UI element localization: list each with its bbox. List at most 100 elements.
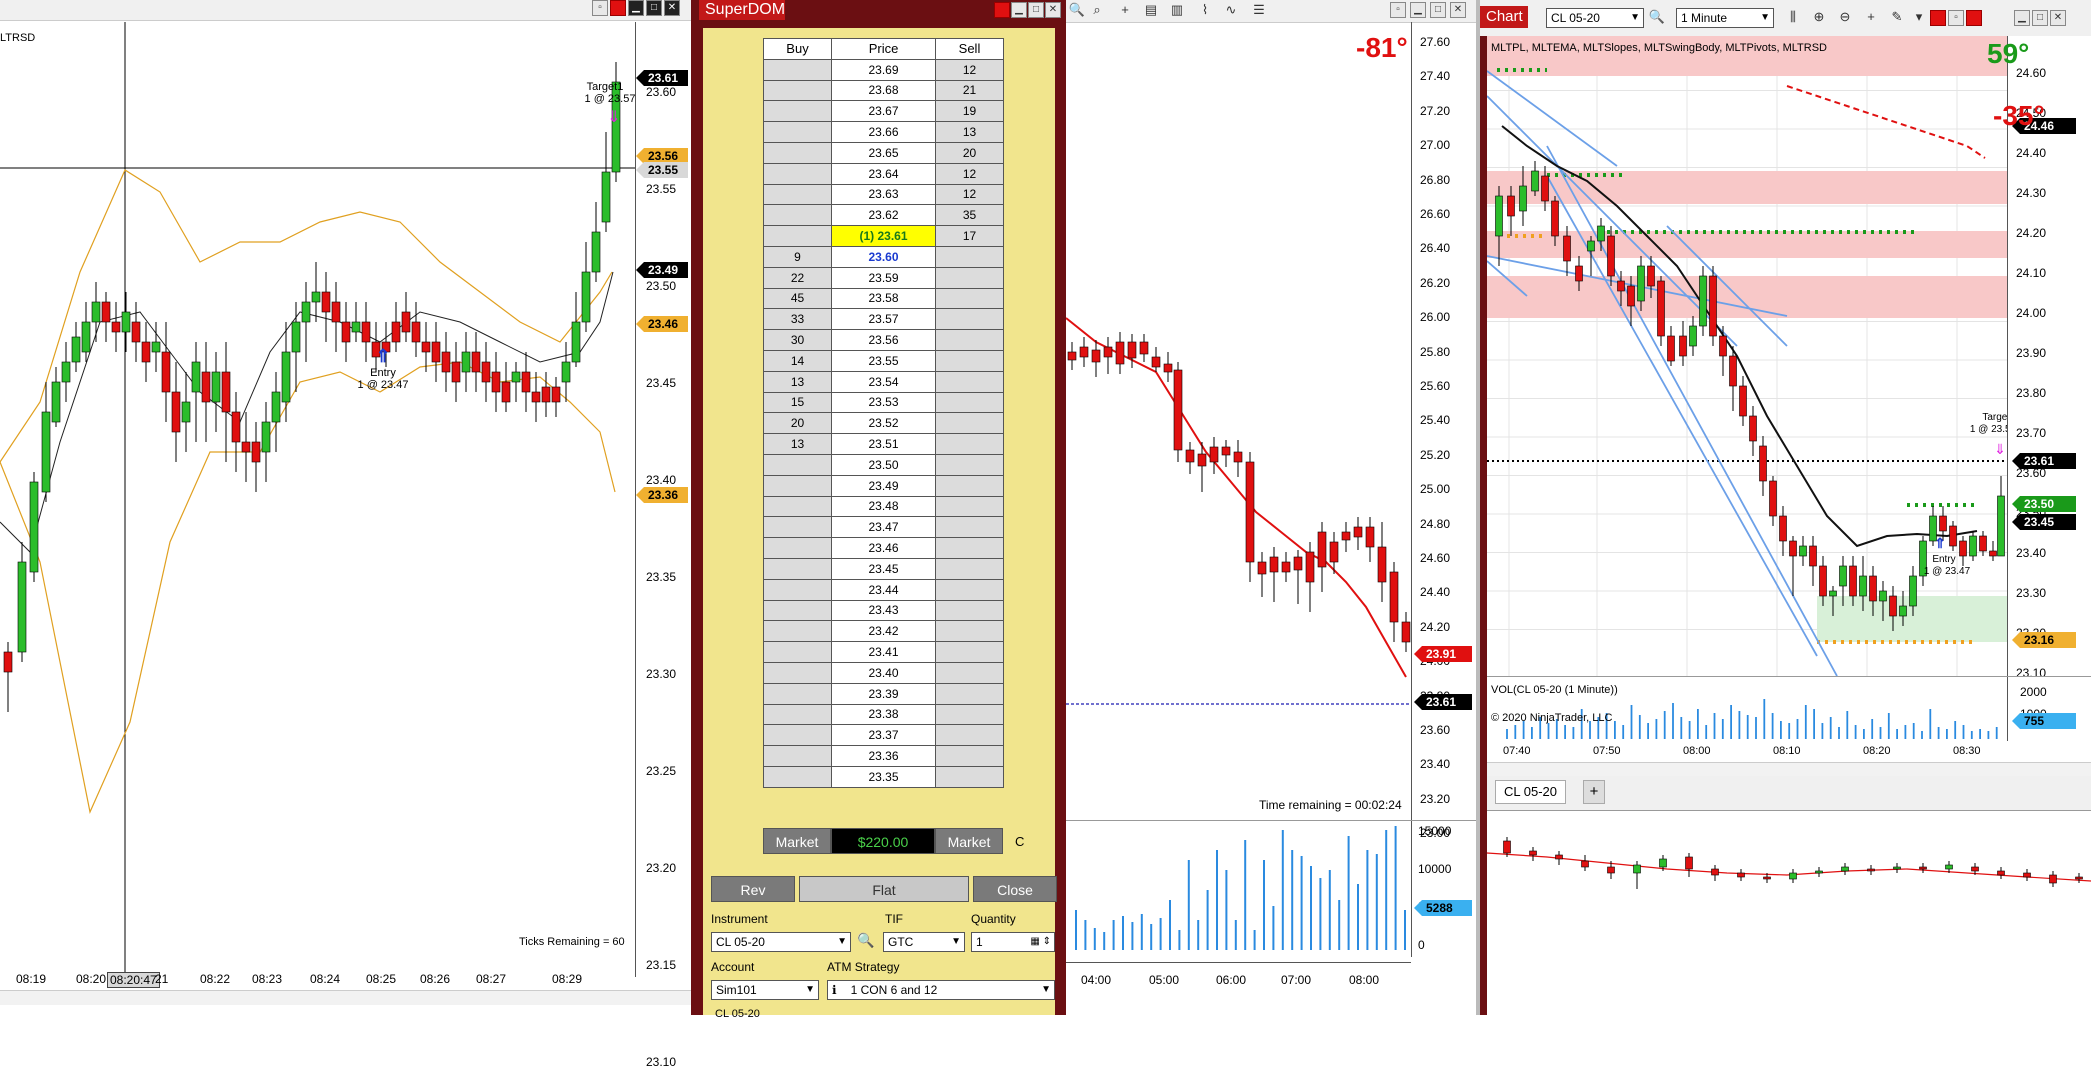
ladder-price-cell[interactable]: 23.53 <box>831 391 936 414</box>
ladder-price-cell[interactable]: 23.58 <box>831 287 936 310</box>
ladder-price-cell[interactable]: (1) 23.61 <box>831 225 936 247</box>
mid-maximize-button[interactable]: □ <box>1430 2 1446 18</box>
ladder-buy-cell[interactable]: 15 <box>763 391 832 414</box>
ladder-buy-cell[interactable]: 14 <box>763 349 832 372</box>
ladder-buy-cell[interactable] <box>763 162 832 185</box>
ladder-sell-cell[interactable] <box>935 765 1004 788</box>
ladder-row[interactable]: 23.36 <box>763 745 1004 767</box>
rc-record-button[interactable] <box>1930 10 1946 26</box>
tif-select[interactable]: GTC ▼ <box>883 932 965 952</box>
ladder-row[interactable]: 23.41 <box>763 641 1004 663</box>
ladder-sell-cell[interactable]: 17 <box>935 225 1004 247</box>
market-buy-button[interactable]: Market <box>763 828 831 854</box>
ladder-row[interactable]: 14 23.55 <box>763 349 1004 372</box>
ladder-price-cell[interactable]: 23.48 <box>831 495 936 518</box>
ladder-row[interactable]: 23.65 20 <box>763 141 1004 164</box>
ladder-row[interactable]: 23.45 <box>763 557 1004 580</box>
ladder-buy-cell[interactable] <box>763 599 832 622</box>
ladder-sell-cell[interactable] <box>935 578 1004 601</box>
ladder-row[interactable]: 23.68 21 <box>763 79 1004 102</box>
properties-icon[interactable]: ▤ <box>1142 1 1160 19</box>
ladder-sell-cell[interactable]: 20 <box>935 141 1004 164</box>
ladder-sell-cell[interactable] <box>935 537 1004 559</box>
ladder-price-cell[interactable]: 23.56 <box>831 329 936 351</box>
ladder-buy-cell[interactable] <box>763 100 832 123</box>
zoom-in-icon[interactable]: ⊕ <box>1810 8 1828 26</box>
ladder-row[interactable]: 23.35 <box>763 765 1004 788</box>
ladder-row[interactable]: 23.66 13 <box>763 121 1004 143</box>
middle-volume-chart[interactable] <box>1066 822 1411 957</box>
ladder-sell-cell[interactable] <box>935 412 1004 435</box>
ladder-sell-cell[interactable] <box>935 724 1004 747</box>
ladder-buy-cell[interactable]: 13 <box>763 433 832 455</box>
ladder-row[interactable]: 23.48 <box>763 495 1004 518</box>
add-tab-button[interactable]: + <box>1583 780 1605 804</box>
ladder-buy-cell[interactable] <box>763 765 832 788</box>
indicators-icon[interactable]: ∿ <box>1222 1 1240 19</box>
ladder-price-cell[interactable]: 23.44 <box>831 578 936 601</box>
ladder-sell-cell[interactable]: 12 <box>935 162 1004 185</box>
ladder-buy-cell[interactable] <box>763 225 832 247</box>
ladder-buy-cell[interactable] <box>763 537 832 559</box>
left-price-chart[interactable]: Target11 @ 23.57 ⇓ ⇑Entry1 @ 23.47 <box>0 22 635 977</box>
ladder-buy-cell[interactable] <box>763 745 832 767</box>
right-volume-axis[interactable]: 20001000755 <box>2007 677 2091 741</box>
zoom-out-icon[interactable]: ⌕ <box>1088 1 1106 19</box>
ladder-sell-cell[interactable] <box>935 391 1004 414</box>
ladder-buy-cell[interactable] <box>763 141 832 164</box>
calculator-icon[interactable]: ▦ ⇕ <box>1030 933 1051 951</box>
ladder-price-cell[interactable]: 23.38 <box>831 703 936 726</box>
ladder-price-cell[interactable]: 23.55 <box>831 349 936 372</box>
ladder-row[interactable]: (1) 23.61 17 <box>763 225 1004 247</box>
ladder-row[interactable]: 22 23.59 <box>763 266 1004 289</box>
ladder-sell-cell[interactable] <box>935 370 1004 393</box>
restore-button[interactable]: ▫ <box>592 0 608 16</box>
superdom-tab[interactable]: CL 05-20 <box>715 1008 760 1020</box>
ladder-buy-cell[interactable]: 20 <box>763 412 832 435</box>
quantity-input[interactable]: 1 ▦ ⇕ <box>971 932 1055 952</box>
ladder-sell-cell[interactable] <box>935 287 1004 310</box>
ladder-price-cell[interactable]: 23.67 <box>831 100 936 123</box>
ladder-sell-cell[interactable] <box>935 266 1004 289</box>
ladder-sell-cell[interactable] <box>935 745 1004 767</box>
ladder-buy-cell[interactable] <box>763 641 832 663</box>
rc-close-button[interactable]: ✕ <box>2050 10 2066 26</box>
search-icon[interactable]: 🔍 <box>857 932 874 949</box>
middle-price-chart[interactable]: ⇓⇑ <box>1066 22 1411 822</box>
mid-restore-button[interactable]: ▫ <box>1390 2 1406 18</box>
ladder-buy-cell[interactable]: 9 <box>763 245 832 268</box>
ladder-buy-cell[interactable] <box>763 703 832 726</box>
ladder-row[interactable]: 23.37 <box>763 724 1004 747</box>
ladder-price-cell[interactable]: 23.66 <box>831 121 936 143</box>
ladder-buy-cell[interactable] <box>763 516 832 539</box>
ladder-buy-cell[interactable] <box>763 79 832 102</box>
zoom-in-icon[interactable]: 🔍 <box>1068 1 1086 19</box>
ladder-sell-cell[interactable] <box>935 703 1004 726</box>
crosshair-icon[interactable]: + <box>1862 8 1880 26</box>
left-time-axis[interactable]: 08:19 08:20 08:20:47 21 08:22 08:23 08:24 08:25… <box>0 958 691 988</box>
drawing-tools-icon[interactable]: ☰ <box>1250 1 1268 19</box>
ladder-buy-cell[interactable] <box>763 474 832 497</box>
ladder-price-cell[interactable]: 23.41 <box>831 641 936 663</box>
ladder-sell-cell[interactable] <box>935 682 1004 705</box>
ladder-row[interactable]: 23.43 <box>763 599 1004 622</box>
ladder-price-cell[interactable]: 23.60 <box>831 245 936 268</box>
sd-minimize-button[interactable]: ▁ <box>1011 2 1027 18</box>
ladder-sell-cell[interactable]: 35 <box>935 204 1004 227</box>
rc-minimize-button[interactable]: ▁ <box>2014 10 2030 26</box>
rc-link-button[interactable] <box>1966 10 1982 26</box>
mid-close-button[interactable]: ✕ <box>1450 2 1466 18</box>
ladder-row[interactable]: 15 23.53 <box>763 391 1004 414</box>
ladder-buy-cell[interactable] <box>763 121 832 143</box>
rev-button[interactable]: Rev <box>711 876 795 902</box>
atm-select[interactable]: ℹ 1 CON 6 and 12 ▼ <box>827 980 1055 1000</box>
close-position-button[interactable]: Close <box>973 876 1057 902</box>
ladder-row[interactable]: 9 23.60 <box>763 245 1004 268</box>
account-select[interactable]: Sim101 ▼ <box>711 980 819 1000</box>
market-sell-button[interactable]: Market <box>935 828 1003 854</box>
ladder-buy-cell[interactable] <box>763 661 832 684</box>
ladder-row[interactable]: 23.62 35 <box>763 204 1004 227</box>
ladder-price-cell[interactable]: 23.68 <box>831 79 936 102</box>
ladder-buy-cell[interactable] <box>763 204 832 227</box>
ladder-price-cell[interactable]: 23.43 <box>831 599 936 622</box>
